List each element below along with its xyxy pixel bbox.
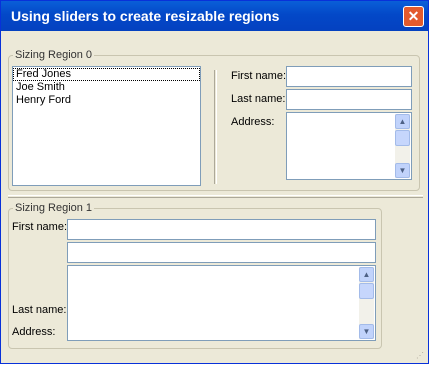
address-label: Address: [231,116,275,128]
address-textarea[interactable]: ▲ ▼ [286,112,412,180]
last-name-field[interactable] [286,89,412,110]
scroll-down-icon[interactable]: ▼ [395,163,410,178]
list-item[interactable]: Joe Smith [13,81,200,94]
scrollbar-thumb[interactable] [395,130,410,146]
sizing-region-0: Sizing Region 0 Fred Jones Joe Smith Hen… [8,49,420,191]
last-name-field[interactable] [67,242,376,263]
sizing-region-0-legend: Sizing Region 0 [13,49,95,61]
app-window: Using sliders to create resizable region… [0,0,429,364]
first-name-label: First name: [12,221,68,233]
list-item[interactable]: Henry Ford [13,94,200,107]
last-name-label: Last name: [12,304,67,316]
last-name-label: Last name: [231,93,286,105]
address-scrollbar[interactable]: ▲ ▼ [395,114,410,178]
resize-grip-icon[interactable]: ⋰ [416,351,426,361]
address-scrollbar[interactable]: ▲ ▼ [359,267,374,339]
scrollbar-thumb[interactable] [359,283,374,299]
names-listbox[interactable]: Fred Jones Joe Smith Henry Ford [12,66,201,186]
address-textarea[interactable]: ▲ ▼ [67,265,376,341]
scroll-up-icon[interactable]: ▲ [395,114,410,129]
vertical-splitter[interactable] [214,70,217,184]
first-name-field[interactable] [286,66,412,87]
close-icon[interactable]: ✕ [403,6,424,27]
first-name-field[interactable] [67,219,376,240]
scroll-down-icon[interactable]: ▼ [359,324,374,339]
first-name-label: First name: [231,70,287,82]
sizing-region-1: Sizing Region 1 First name: ▲ ▼ Last nam… [8,202,382,349]
sizing-region-1-legend: Sizing Region 1 [13,202,95,214]
window-title: Using sliders to create resizable region… [11,8,280,24]
address-label: Address: [12,326,56,338]
title-bar[interactable]: Using sliders to create resizable region… [1,1,428,31]
scroll-up-icon[interactable]: ▲ [359,267,374,282]
list-item-selected[interactable]: Fred Jones [13,68,200,81]
horizontal-splitter[interactable] [8,195,423,198]
